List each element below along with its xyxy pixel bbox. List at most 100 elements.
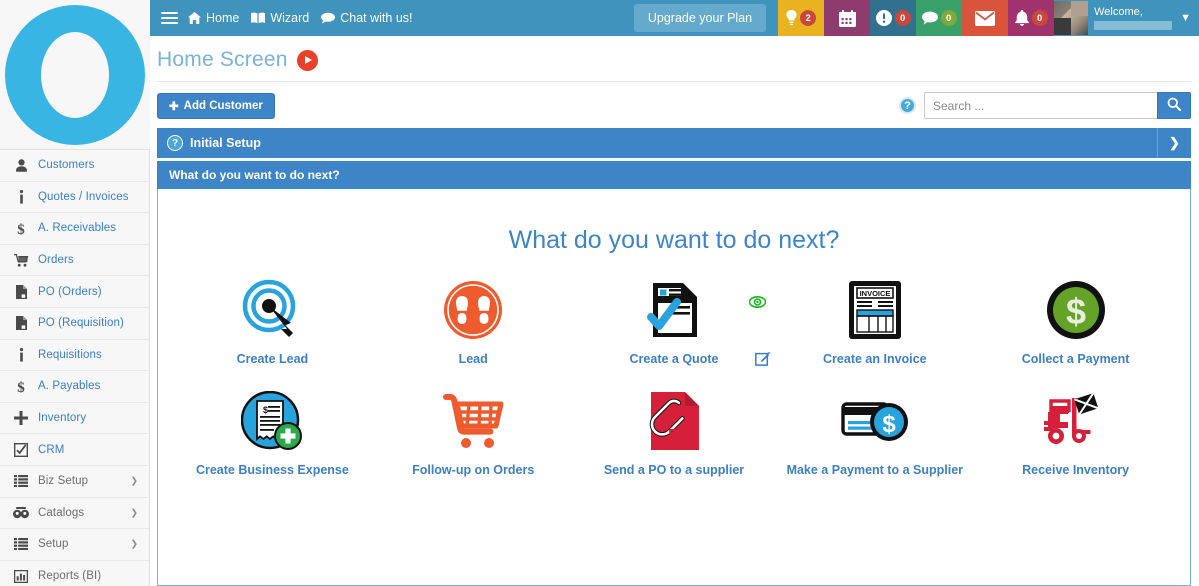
user-menu[interactable]: Welcome, ▼ xyxy=(1054,0,1199,36)
action-create-an-invoice[interactable]: INVOICECreate an Invoice xyxy=(774,277,975,388)
welcome-label: Welcome, xyxy=(1094,7,1172,18)
play-video-icon[interactable] xyxy=(297,50,318,71)
preview-eye-icon[interactable] xyxy=(749,295,766,313)
document-check-icon xyxy=(643,277,705,343)
svg-text:PO: PO xyxy=(668,426,694,446)
action-label: Create Business Expense xyxy=(196,463,349,477)
question-mark-icon[interactable]: ? xyxy=(899,97,916,114)
edit-pencil-icon[interactable] xyxy=(755,351,771,372)
file-icon xyxy=(10,285,32,299)
topbar-left-links: Home Wizard Chat with us! xyxy=(150,0,425,36)
chevron-down-icon[interactable]: ❯ xyxy=(130,476,138,487)
plus-icon: ✚ xyxy=(169,99,179,113)
dollar-icon: $ xyxy=(10,379,32,394)
search-input[interactable] xyxy=(924,92,1157,119)
avatar xyxy=(1054,1,1088,35)
nav-chat-label: Chat with us! xyxy=(340,11,412,25)
mail-tile[interactable] xyxy=(962,0,1008,36)
chevron-down-icon[interactable]: ❯ xyxy=(130,507,138,518)
book-icon xyxy=(251,12,265,24)
sidebar: CustomersQuotes / Invoices $ A. Receivable… xyxy=(0,0,150,586)
tips-tile[interactable]: 2 xyxy=(778,0,824,36)
notifications-tile[interactable]: 0 xyxy=(1008,0,1054,36)
alerts-tile[interactable]: 0 xyxy=(870,0,916,36)
sidebar-item-label: Biz Setup xyxy=(38,475,88,487)
hamburger-icon[interactable] xyxy=(161,12,178,25)
application-window: CustomersQuotes / Invoices $ A. Receivable… xyxy=(0,0,1199,586)
sidebar-item-setup[interactable]: Setup❯ xyxy=(0,529,149,561)
home-icon xyxy=(188,12,201,24)
sidebar-item-label: A. Payables xyxy=(38,380,100,392)
list-icon xyxy=(10,538,32,550)
dollar-coin-icon: $ xyxy=(1045,277,1107,343)
sidebar-item-catalogs[interactable]: Catalogs ❯ xyxy=(0,498,149,530)
action-create-lead[interactable]: Create Lead xyxy=(172,277,373,388)
sidebar-item-customers[interactable]: Customers xyxy=(0,150,149,182)
sidebar-item-a-receivables[interactable]: $ A. Receivables xyxy=(0,213,149,245)
sidebar-item-label: PO (Orders) xyxy=(38,286,102,298)
search-icon xyxy=(1167,97,1181,114)
initial-setup-label: Initial Setup xyxy=(190,136,261,150)
lightbulb-icon xyxy=(786,10,797,26)
welcome-block: Welcome, xyxy=(1094,7,1172,30)
sidebar-item-requisitions[interactable]: Requisitions xyxy=(0,340,149,372)
action-label: Collect a Payment xyxy=(1022,352,1130,366)
exclamation-icon xyxy=(876,10,892,26)
nav-wizard[interactable]: Wizard xyxy=(251,11,309,25)
forklift-icon xyxy=(1042,388,1110,454)
chevron-down-icon[interactable]: ▼ xyxy=(1180,12,1191,24)
calendar-icon xyxy=(839,10,856,27)
sidebar-item-biz-setup[interactable]: Biz Setup ❯ xyxy=(0,466,149,498)
page-title: Home Screen xyxy=(157,48,288,72)
sidebar-item-po-orders[interactable]: PO (Orders) xyxy=(0,276,149,308)
sidebar-item-a-payables[interactable]: $ A. Payables xyxy=(0,371,149,403)
sidebar-item-label: PO (Requisition) xyxy=(38,317,124,329)
messages-badge: 0 xyxy=(941,10,957,26)
sidebar-item-label: Orders xyxy=(38,254,74,266)
logo-inner-hole xyxy=(41,32,109,118)
action-follow-up-on-orders[interactable]: Follow-up on Orders xyxy=(373,388,574,499)
calendar-tile[interactable] xyxy=(824,0,870,36)
nav-home[interactable]: Home xyxy=(188,11,239,25)
action-send-a-po-to-a-supplier[interactable]: POSend a PO to a supplier xyxy=(574,388,775,499)
initial-setup-panel-header[interactable]: ? Initial Setup ❯ xyxy=(157,128,1191,158)
sidebar-item-label: Catalogs xyxy=(38,507,84,519)
messages-tile[interactable]: 0 xyxy=(916,0,962,36)
action-make-a-payment-to-a-supplier[interactable]: $ Make a Payment to a Supplier xyxy=(774,388,975,499)
sidebar-item-orders[interactable]: Orders xyxy=(0,245,149,277)
add-customer-label: Add Customer xyxy=(184,100,263,112)
svg-text:$: $ xyxy=(263,405,268,415)
credit-card-dollar-icon: $ xyxy=(841,388,909,454)
notifications-badge: 0 xyxy=(1032,10,1048,26)
action-lead[interactable]: Lead xyxy=(373,277,574,388)
chevron-down-icon[interactable]: ❯ xyxy=(1157,128,1191,158)
page-header: Home Screen xyxy=(157,36,1191,82)
topbar-spacer xyxy=(425,0,634,36)
sidebar-item-inventory[interactable]: Inventory xyxy=(0,403,149,435)
action-label: Make a Payment to a Supplier xyxy=(787,463,963,477)
action-create-business-expense[interactable]: $ Create Business Expense xyxy=(172,388,373,499)
search-button[interactable] xyxy=(1157,92,1191,119)
alerts-badge: 0 xyxy=(895,10,911,26)
chat-icon xyxy=(321,12,335,24)
svg-text:$: $ xyxy=(882,411,896,438)
sidebar-item-po-requisition[interactable]: PO (Requisition) xyxy=(0,308,149,340)
upgrade-plan-button[interactable]: Upgrade your Plan xyxy=(634,4,766,32)
action-collect-a-payment[interactable]: $ Collect a Payment xyxy=(975,277,1176,388)
logo[interactable] xyxy=(0,0,150,150)
nav-chat[interactable]: Chat with us! xyxy=(321,11,412,25)
sidebar-item-crm[interactable]: CRM xyxy=(0,434,149,466)
action-receive-inventory[interactable]: Receive Inventory xyxy=(975,388,1176,499)
catalog-icon xyxy=(10,507,32,519)
chevron-down-icon[interactable]: ❯ xyxy=(130,539,138,550)
add-customer-button[interactable]: ✚ Add Customer xyxy=(157,93,275,119)
sidebar-item-quotes-invoices[interactable]: Quotes / Invoices xyxy=(0,182,149,214)
comment-icon xyxy=(922,11,938,25)
footprints-icon xyxy=(443,277,503,343)
info-icon xyxy=(10,190,32,204)
content-area: Home Screen ✚ Add Customer ? xyxy=(150,36,1199,586)
sidebar-item-label: A. Receivables xyxy=(38,222,116,234)
sidebar-item-reports-bi[interactable]: Reports (BI) xyxy=(0,561,149,586)
dollar-icon: $ xyxy=(10,221,32,236)
action-create-a-quote[interactable]: Create a Quote xyxy=(574,277,775,388)
